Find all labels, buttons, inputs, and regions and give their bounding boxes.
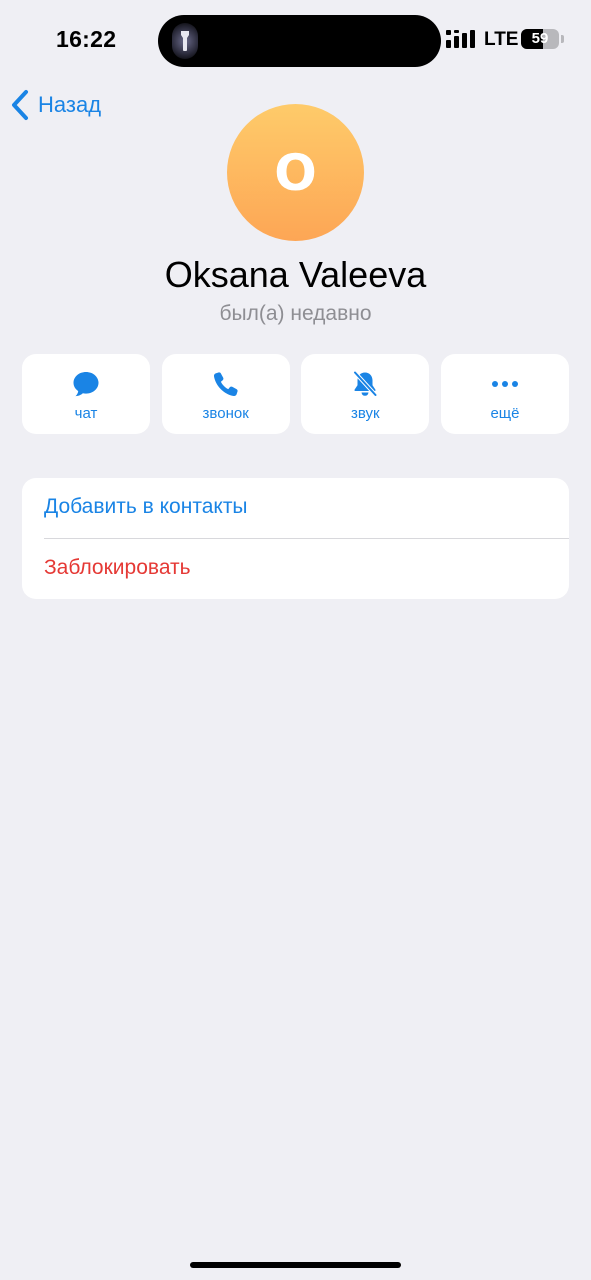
avatar-initial: O — [274, 143, 317, 202]
call-button[interactable]: звонок — [161, 354, 290, 434]
action-buttons: чат звонок звук ещё — [22, 354, 569, 434]
call-label: звонок — [202, 405, 249, 422]
back-button[interactable]: Назад — [10, 88, 101, 122]
chevron-left-icon — [12, 90, 28, 120]
network-type: LTE — [484, 29, 519, 50]
chat-label: чат — [74, 405, 98, 422]
home-indicator[interactable] — [190, 1262, 401, 1268]
chat-button[interactable]: чат — [22, 354, 150, 434]
battery-icon: 59 — [521, 29, 559, 49]
flashlight-icon — [172, 23, 198, 59]
phone-icon — [213, 372, 238, 397]
signal-icon — [446, 30, 475, 48]
contact-info-screen: 16:22 LTE 59 Назад O Oksana Valeeva был(… — [0, 0, 591, 1280]
avatar[interactable]: O — [227, 104, 364, 241]
last-seen-status: был(а) недавно — [219, 302, 372, 325]
more-dots-icon — [491, 381, 518, 387]
sound-label: звук — [351, 405, 380, 422]
sound-button[interactable]: звук — [301, 354, 430, 434]
block-user-button[interactable]: Заблокировать — [22, 539, 569, 599]
bell-slash-icon — [353, 370, 378, 397]
contact-name: Oksana Valeeva — [164, 254, 427, 295]
battery-level: 59 — [531, 30, 549, 47]
dynamic-island — [158, 15, 441, 67]
more-label: ещё — [490, 405, 520, 422]
add-to-contacts-button[interactable]: Добавить в контакты — [22, 478, 569, 538]
status-time: 16:22 — [56, 26, 117, 52]
more-button[interactable]: ещё — [440, 354, 569, 434]
battery-cap — [561, 35, 564, 43]
block-user-label: Заблокировать — [44, 556, 191, 579]
back-label: Назад — [38, 92, 102, 117]
contact-options-list: Добавить в контакты Заблокировать — [22, 478, 569, 599]
add-to-contacts-label: Добавить в контакты — [44, 495, 248, 518]
chat-bubble-icon — [73, 372, 99, 397]
